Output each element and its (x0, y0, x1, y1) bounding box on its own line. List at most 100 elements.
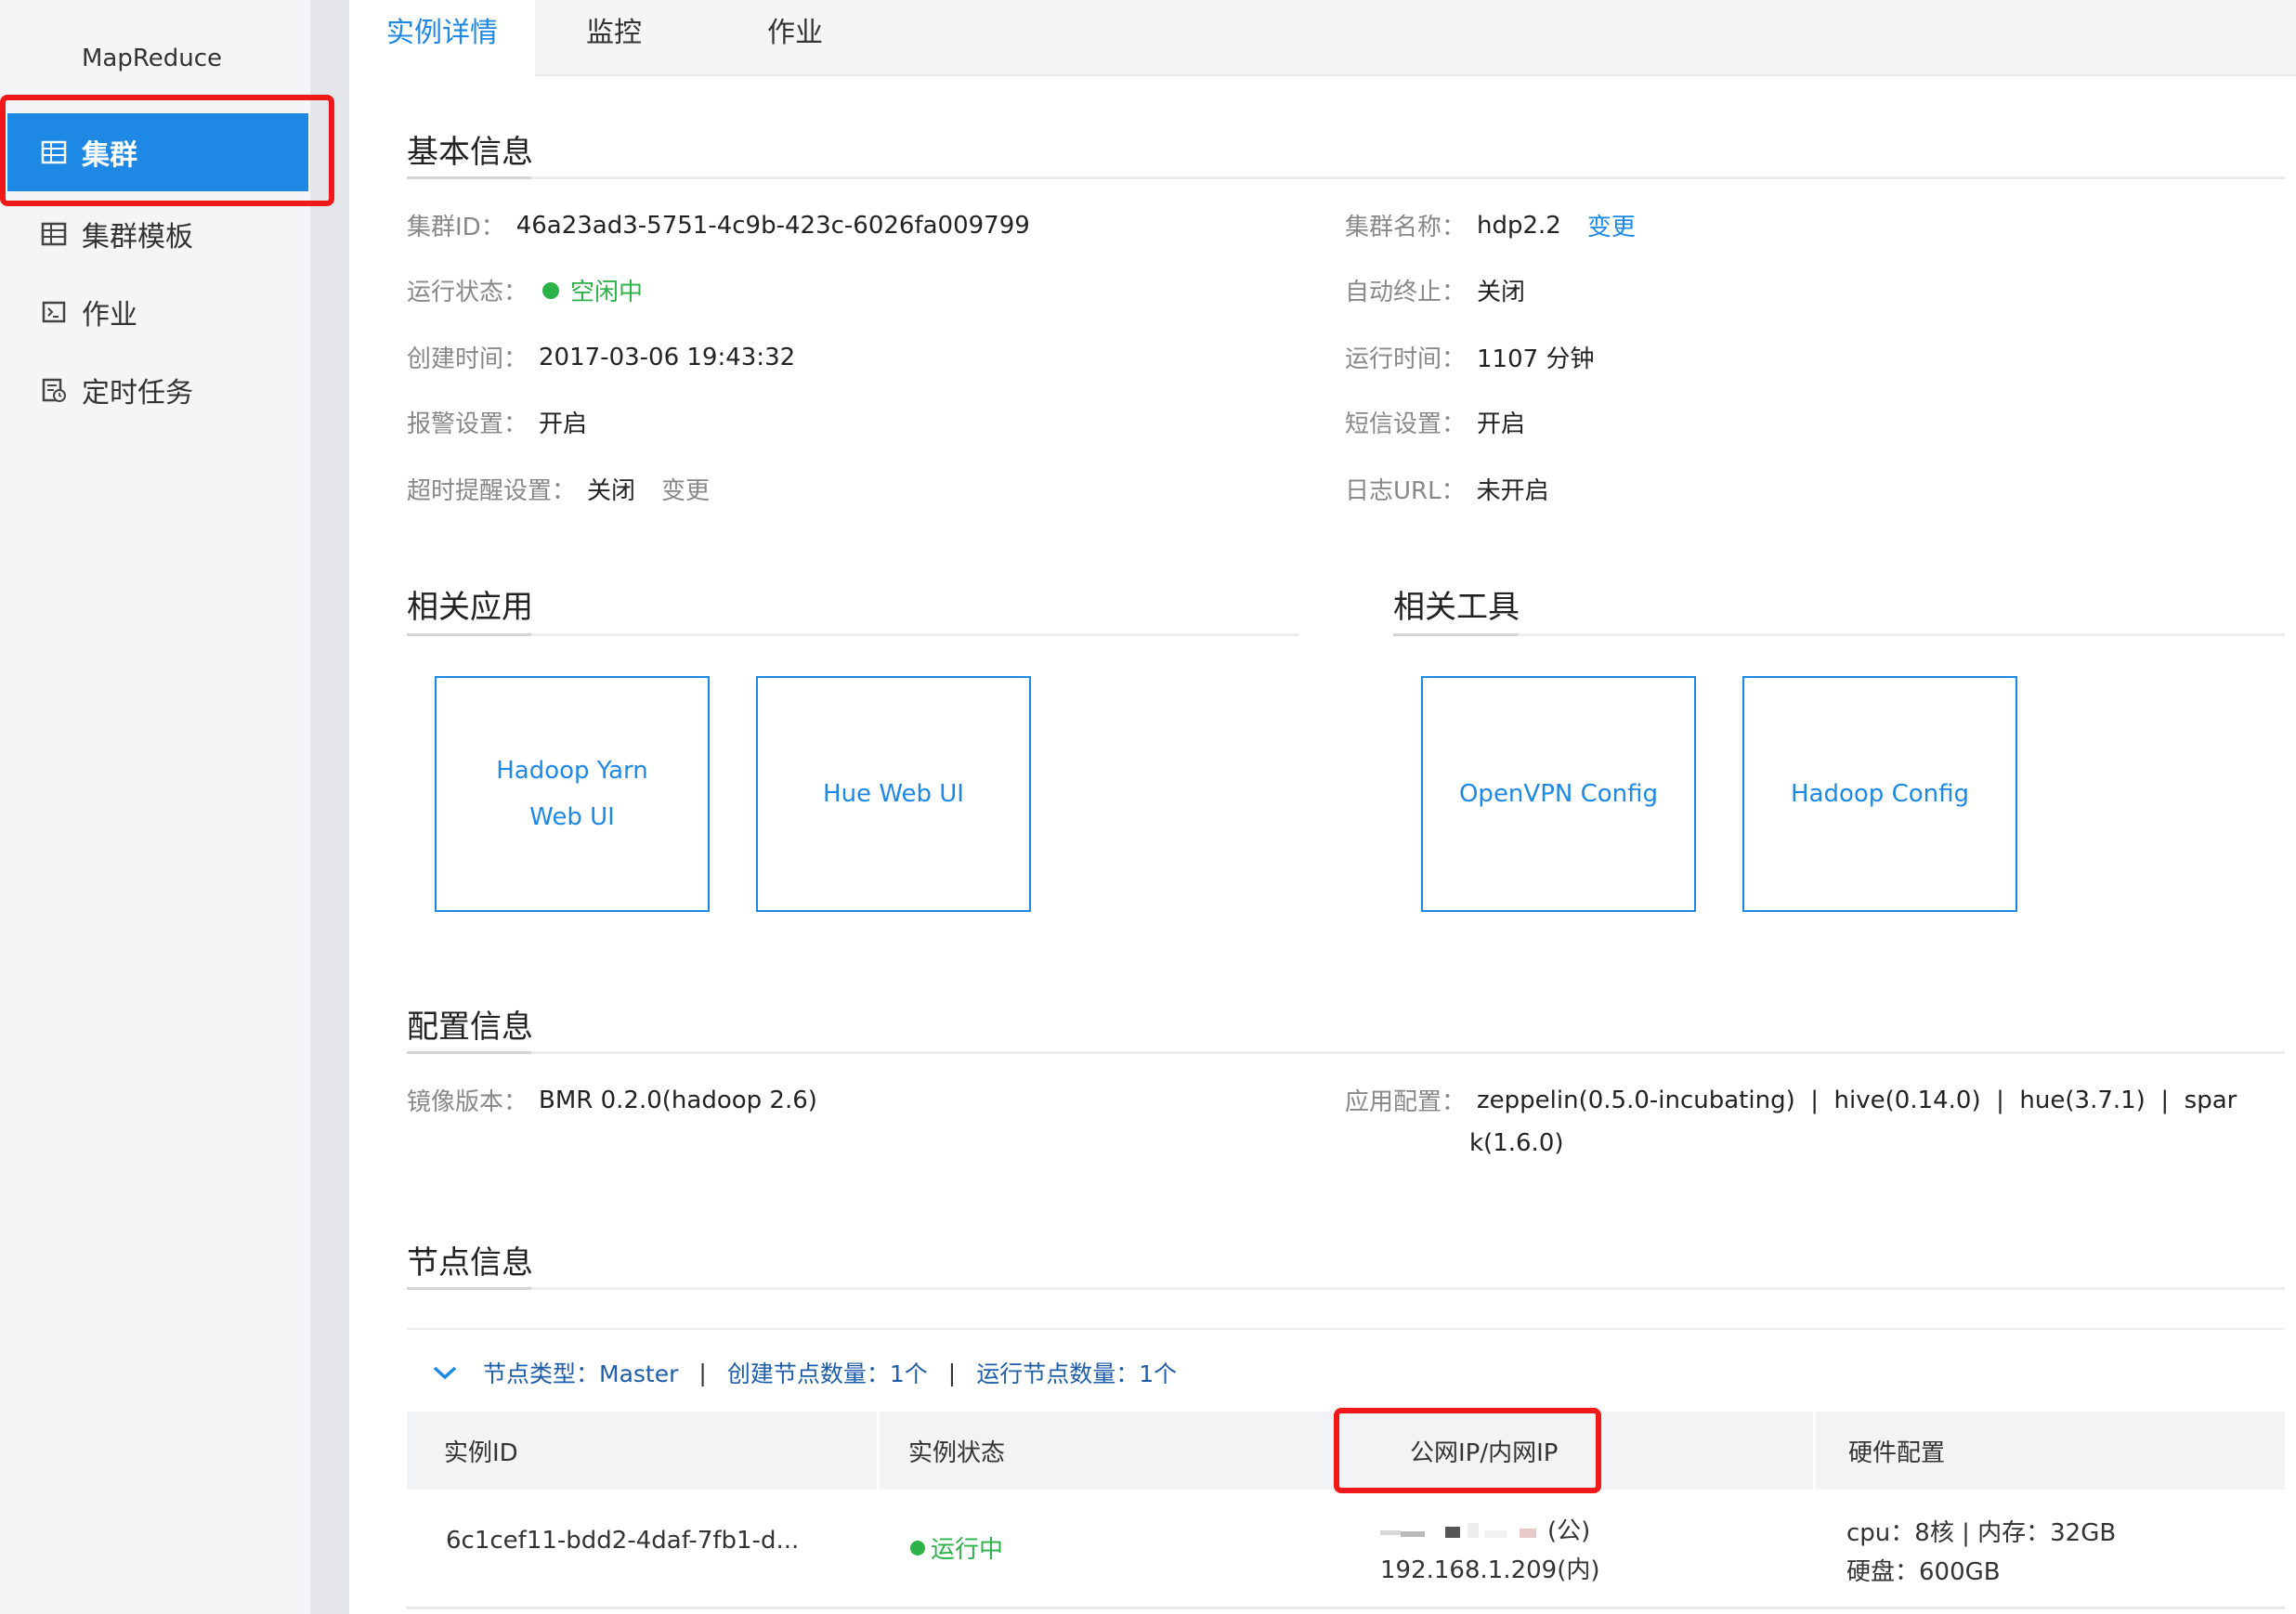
apps-title: 相关应用 (407, 589, 533, 626)
card-line: OpenVPN Config (1458, 780, 1659, 808)
field-value: 1107 分钟 (1477, 345, 1595, 373)
hardware-cell-line1: cpu：8核 | 内存：32GB (1846, 1519, 2117, 1547)
alarm-field: 报警设置： 开启 (407, 405, 587, 439)
node-info-title: 节点信息 (407, 1244, 533, 1282)
card-line: Hue Web UI (823, 780, 964, 808)
field-value: 开启 (1477, 410, 1526, 438)
basic-info-title: 基本信息 (407, 134, 533, 171)
change-name-link[interactable]: 变更 (1587, 208, 1636, 242)
node-group-header[interactable]: 节点类型：Master | 创建节点数量：1个 | 运行节点数量：1个 (431, 1356, 1177, 1389)
separator: | (947, 1359, 957, 1386)
config-info-title: 配置信息 (407, 1009, 533, 1046)
field-value: hdp2.2 (1477, 211, 1561, 240)
app-card-hadoop-yarn[interactable]: Hadoop Yarn Web UI (435, 676, 710, 912)
card-line: Hadoop Config (1791, 780, 1969, 808)
field-value: 开启 (539, 410, 588, 438)
tab-label: 实例详情 (386, 17, 498, 49)
create-count: 创建节点数量：1个 (726, 1360, 928, 1387)
field-label: 运行状态： (407, 279, 528, 306)
instance-id-cell[interactable]: 6c1cef11-bdd2-4daf-7fb1-d... (446, 1527, 799, 1555)
schedule-icon (42, 378, 66, 402)
separator: | (698, 1359, 707, 1386)
status-dot-icon (910, 1540, 925, 1555)
sidebar-item-scheduled-tasks[interactable]: 定时任务 (0, 351, 310, 429)
field-label: 应用配置： (1345, 1088, 1467, 1116)
field-value: 关闭 (587, 477, 636, 505)
field-value: 2017-03-06 19:43:32 (539, 343, 796, 371)
tab-jobs[interactable]: 作业 (702, 0, 888, 76)
section-divider (407, 633, 1298, 636)
status-cell: 运行中 (910, 1530, 1003, 1565)
tab-label: 监控 (586, 17, 642, 49)
tab-monitor[interactable]: 监控 (535, 0, 693, 76)
column-header-hardware[interactable]: 硬件配置 (1811, 1412, 2281, 1490)
tab-instance-details[interactable]: 实例详情 (349, 0, 535, 76)
section-divider (1393, 633, 2285, 636)
template-icon (41, 222, 67, 246)
sidebar: MapReduce 集群 集群模板 作业 定时任务 (0, 0, 310, 1614)
hardware-cell-line2: 硬盘：600GB (1846, 1558, 2001, 1586)
field-label: 超时提醒设置： (407, 477, 577, 505)
image-version-field: 镜像版本： BMR 0.2.0(hadoop 2.6) (407, 1083, 817, 1117)
status-value: 空闲中 (570, 279, 644, 306)
sidebar-item-cluster-template[interactable]: 集群模板 (0, 195, 310, 273)
field-value: k(1.6.0) (1469, 1129, 1564, 1157)
tab-label: 作业 (767, 17, 823, 49)
tool-card-hadoop-config[interactable]: Hadoop Config (1742, 676, 2017, 912)
log-url-field: 日志URL： 未开启 (1345, 472, 1549, 506)
cluster-id-field: 集群ID： 46a23ad3-5751-4c9b-423c-6026fa0097… (407, 208, 1030, 242)
private-ip-cell: 192.168.1.209(内) (1380, 1556, 1600, 1584)
field-label: 自动终止： (1345, 279, 1467, 306)
section-divider (407, 1051, 2285, 1054)
app-card-hue[interactable]: Hue Web UI (756, 676, 1031, 912)
section-divider (407, 176, 2285, 179)
sidebar-gutter (310, 0, 349, 1614)
auto-stop-field: 自动终止： 关闭 (1345, 273, 1525, 307)
tool-card-openvpn[interactable]: OpenVPN Config (1421, 676, 1696, 912)
public-ip-suffix: (公) (1547, 1517, 1591, 1545)
field-value: 关闭 (1477, 279, 1526, 306)
field-label: 集群名称： (1345, 214, 1467, 241)
field-label: 创建时间： (407, 345, 528, 373)
annotation-highlight-ip (1334, 1408, 1601, 1493)
card-text: Hadoop Yarn Web UI (496, 748, 648, 840)
field-label: 集群ID： (407, 214, 505, 241)
change-timeout-link[interactable]: 变更 (661, 472, 710, 506)
app-config-field: 应用配置： zeppelin(0.5.0-incubating) | hive(… (1345, 1083, 2237, 1117)
table-bottom-divider (407, 1607, 2285, 1609)
field-label: 镜像版本： (407, 1088, 528, 1116)
field-label: 日志URL： (1345, 477, 1466, 505)
sms-field: 短信设置： 开启 (1345, 405, 1525, 439)
chevron-down-icon (433, 1366, 457, 1380)
field-value: 未开启 (1476, 477, 1549, 505)
status-dot-icon (542, 281, 560, 299)
field-value: zeppelin(0.5.0-incubating) | hive(0.14.0… (1477, 1086, 2237, 1114)
node-group-divider (407, 1328, 2285, 1330)
app-config-continuation: k(1.6.0) (1469, 1129, 1564, 1157)
column-header-instance-id[interactable]: 实例ID (407, 1412, 877, 1490)
brand-title: MapReduce (82, 45, 223, 72)
card-line: Hadoop Yarn (496, 757, 648, 785)
column-header-status[interactable]: 实例状态 (871, 1412, 1341, 1490)
cluster-name-field: 集群名称： hdp2.2 变更 (1345, 208, 1636, 242)
field-label: 短信设置： (1345, 410, 1467, 438)
sidebar-item-label: 集群模板 (82, 221, 193, 254)
sidebar-item-label: 定时任务 (82, 377, 193, 410)
sidebar-item-label: 作业 (82, 299, 137, 332)
card-line: Web UI (529, 803, 615, 831)
tab-bar: 实例详情 监控 作业 (349, 0, 2296, 76)
create-time-field: 创建时间： 2017-03-06 19:43:32 (407, 340, 795, 374)
run-count: 运行节点数量：1个 (976, 1360, 1178, 1387)
redacted-ip-blur (1380, 1522, 1536, 1538)
section-divider (407, 1287, 2285, 1290)
field-label: 运行时间： (1345, 345, 1467, 373)
sidebar-item-jobs[interactable]: 作业 (0, 273, 310, 351)
field-value: 46a23ad3-5751-4c9b-423c-6026fa009799 (515, 211, 1030, 240)
node-type: 节点类型：Master (483, 1360, 679, 1387)
timeout-field: 超时提醒设置： 关闭 变更 (407, 472, 710, 506)
public-ip-cell: (公) (1380, 1512, 1590, 1546)
field-label: 报警设置： (407, 410, 528, 438)
run-time-field: 运行时间： 1107 分钟 (1345, 340, 1594, 374)
field-value: BMR 0.2.0(hadoop 2.6) (539, 1086, 817, 1114)
terminal-icon (42, 301, 66, 323)
